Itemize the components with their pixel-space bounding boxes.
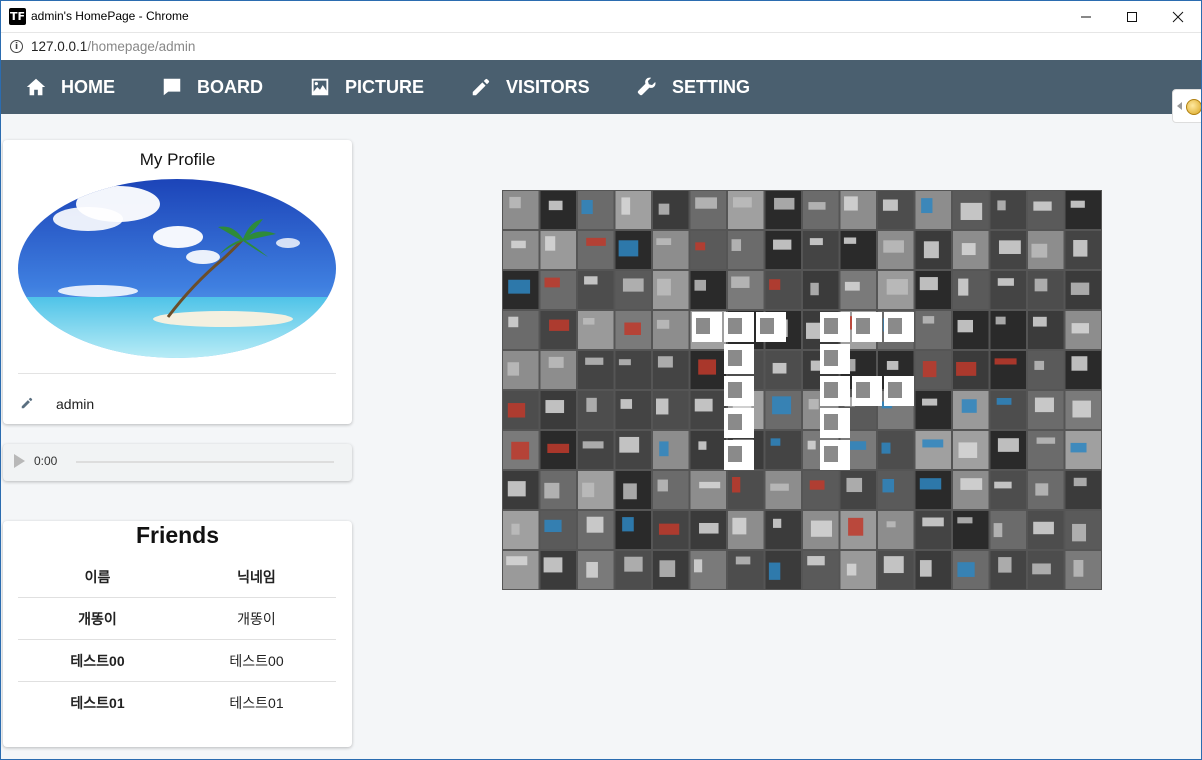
wrench-icon — [637, 77, 656, 96]
profile-divider — [18, 373, 336, 374]
nav-picture-label: PICTURE — [345, 76, 425, 97]
info-icon[interactable]: i — [10, 40, 23, 53]
address-bar[interactable]: i 127.0.0.1/homepage/admin — [1, 32, 1201, 60]
table-row[interactable]: 테스트01 테스트01 — [18, 682, 336, 724]
close-icon[interactable] — [1155, 1, 1201, 32]
mosaic-image — [503, 191, 1101, 589]
extension-side-tab[interactable] — [1172, 89, 1201, 123]
header-nickname: 닉네임 — [237, 569, 276, 585]
nav-visitors-label: VISITORS — [506, 76, 590, 97]
edit-pencil-icon[interactable] — [20, 396, 34, 410]
profile-name: admin — [56, 396, 95, 412]
chat-icon — [163, 78, 181, 96]
picture-icon — [311, 78, 329, 96]
home-icon — [26, 78, 46, 96]
photo-mosaic[interactable] — [502, 190, 1102, 590]
friends-title: Friends — [135, 522, 220, 548]
nav-board[interactable]: BOARD — [161, 60, 263, 114]
friends-card: Friends 이름 닉네임 개똥이 개똥이 테스트00 테스트00 테스트01… — [3, 521, 352, 747]
table-row[interactable]: 테스트00 테스트00 — [18, 640, 336, 682]
nav-setting-label: SETTING — [672, 76, 751, 97]
audio-player: 0:00 — [3, 444, 352, 481]
title-bar: TF admin's HomePage - Chrome — [1, 1, 1201, 32]
url-path: /homepage/admin — [87, 39, 196, 54]
friend-name: 테스트01 — [70, 695, 125, 711]
profile-card: My Profile admin — [3, 140, 352, 424]
nav-home[interactable]: HOME — [25, 60, 115, 114]
nav-board-label: BOARD — [197, 76, 263, 97]
nav-setting[interactable]: SETTING — [636, 60, 750, 114]
audio-progress-track[interactable] — [76, 461, 334, 463]
friend-name: 개똥이 — [78, 611, 117, 627]
pencil-icon — [472, 78, 490, 96]
friends-table: 이름 닉네임 개똥이 개똥이 테스트00 테스트00 테스트01 테스트01 — [18, 556, 336, 724]
extension-ball-icon — [1186, 99, 1201, 115]
audio-time: 0:00 — [34, 454, 58, 468]
play-icon[interactable] — [14, 454, 25, 468]
friends-table-header: 이름 닉네임 — [18, 556, 336, 598]
table-row[interactable]: 개똥이 개똥이 — [18, 598, 336, 640]
collapse-arrow-icon — [1177, 102, 1182, 110]
profile-title: My Profile — [139, 150, 216, 169]
friend-name: 테스트00 — [70, 653, 125, 669]
friend-nickname: 테스트01 — [229, 695, 284, 711]
friend-nickname: 개똥이 — [237, 611, 276, 627]
main-navbar: HOME BOARD PICTURE VISITORS SETTING — [1, 60, 1201, 114]
url-text[interactable]: 127.0.0.1/homepage/admin — [31, 39, 195, 54]
window-title: admin's HomePage - Chrome — [31, 9, 189, 23]
friend-nickname: 테스트00 — [229, 653, 284, 669]
nav-visitors[interactable]: VISITORS — [470, 60, 590, 114]
header-name: 이름 — [84, 569, 111, 585]
nav-picture[interactable]: PICTURE — [309, 60, 424, 114]
minimize-icon[interactable] — [1063, 1, 1109, 32]
url-host: 127.0.0.1 — [31, 39, 88, 54]
app-logo-icon: TF — [9, 8, 26, 25]
maximize-icon[interactable] — [1109, 1, 1155, 32]
profile-picture — [18, 179, 336, 358]
nav-home-label: HOME — [61, 76, 115, 97]
browser-window: TF admin's HomePage - Chrome i 127.0.0.1… — [0, 0, 1202, 760]
